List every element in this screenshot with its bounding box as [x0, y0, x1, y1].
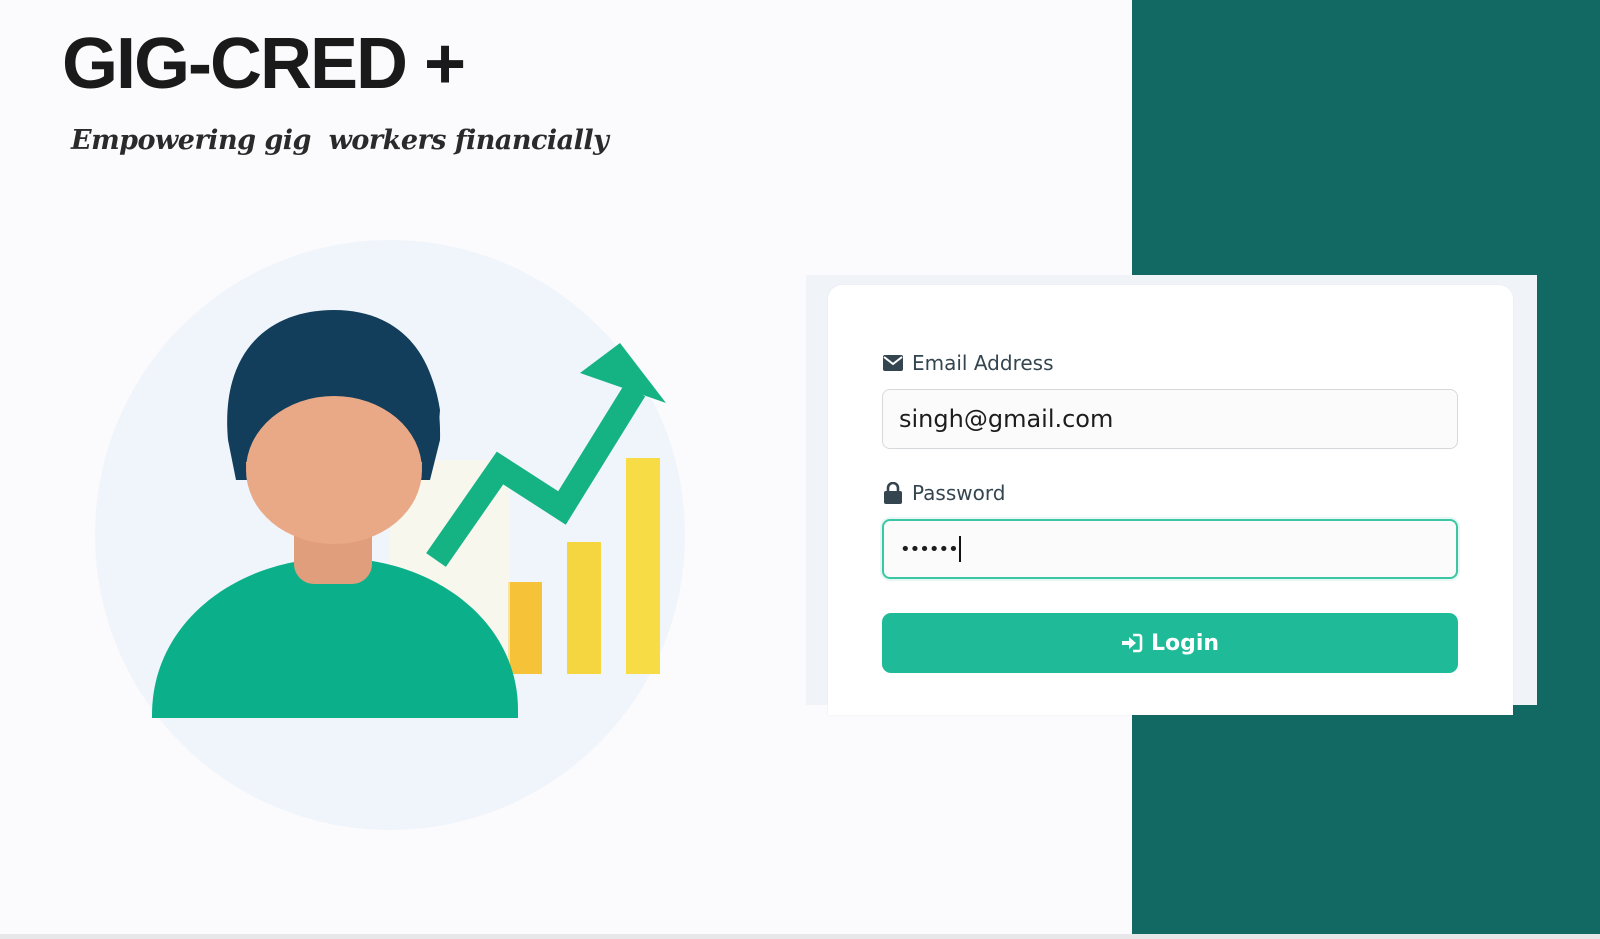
sign-in-icon — [1121, 632, 1143, 654]
growth-bar-3 — [626, 458, 660, 674]
brand-title: GIG-CRED + — [62, 24, 466, 104]
bottom-divider — [0, 934, 1600, 939]
login-button-label: Login — [1150, 630, 1220, 656]
login-button[interactable]: Login — [882, 613, 1458, 673]
password-label: Password — [882, 481, 1005, 505]
brand-tagline: Empowering gig workers financially — [71, 125, 609, 156]
email-input[interactable] — [882, 389, 1458, 449]
growth-bar-2 — [567, 542, 601, 674]
envelope-icon — [882, 352, 904, 374]
text-caret — [958, 536, 961, 562]
email-label-text: Email Address — [912, 351, 1054, 375]
password-input[interactable]: •••••• — [882, 519, 1458, 579]
hero-illustration — [95, 240, 685, 830]
lock-icon — [882, 482, 904, 504]
password-label-text: Password — [912, 481, 1006, 505]
growth-bar-1 — [508, 582, 542, 674]
email-label: Email Address — [882, 351, 1054, 375]
login-card: Email Address Password •••••• Login — [828, 285, 1513, 715]
password-masked-value: •••••• — [900, 538, 959, 560]
